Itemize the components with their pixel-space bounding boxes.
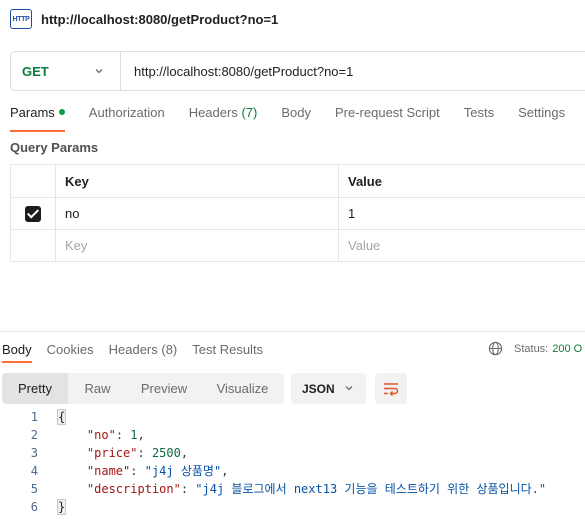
response-divider[interactable]: [0, 331, 585, 332]
method-label: GET: [22, 63, 49, 79]
query-params-title: Query Params: [10, 140, 99, 155]
chevron-down-icon: [345, 386, 353, 391]
format-select[interactable]: JSON: [291, 373, 366, 404]
checkbox-header-cell: [10, 164, 56, 198]
code-line: 2 "no": 1,: [0, 426, 585, 444]
status-label: Status:: [514, 342, 549, 355]
chevron-down-icon: [95, 69, 103, 74]
response-tab-headers[interactable]: Headers (8): [109, 342, 178, 357]
line-number: 2: [30, 428, 38, 442]
tab-params-label: Params: [10, 105, 55, 120]
line-number: 1: [30, 410, 38, 424]
response-tab-body[interactable]: Body: [2, 342, 32, 363]
url-input[interactable]: http://localhost:8080/getProduct?no=1: [121, 64, 353, 79]
tab-body[interactable]: Body: [281, 105, 311, 127]
value-column-header: Value: [338, 164, 585, 198]
json-key: "price": [86, 446, 138, 460]
response-status: Status: 200 O: [488, 341, 582, 356]
json-string: "j4j 상품명": [144, 464, 222, 478]
table-row: no 1: [10, 197, 585, 230]
table-header-row: Key Value: [10, 164, 585, 198]
response-tab-cookies[interactable]: Cookies: [47, 342, 94, 357]
line-number: 5: [30, 482, 38, 496]
json-number: 1: [130, 428, 138, 442]
line-number: 4: [30, 464, 38, 478]
view-visualize[interactable]: Visualize: [201, 373, 284, 404]
view-mode-selector: Pretty Raw Preview Visualize: [2, 373, 284, 404]
open-brace: {: [56, 409, 67, 425]
param-value-field[interactable]: 1: [338, 197, 585, 230]
query-params-table: Key Value no 1 Key Value: [10, 164, 585, 262]
code-line: 3 "price": 2500,: [0, 444, 585, 462]
request-url-bar: GET http://localhost:8080/getProduct?no=…: [10, 51, 585, 91]
close-brace: }: [56, 499, 67, 515]
tab-authorization[interactable]: Authorization: [89, 105, 165, 127]
headers-count: (7): [241, 105, 258, 120]
wrap-lines-icon: [384, 382, 399, 396]
json-number: 2500: [151, 446, 181, 460]
response-tabs: Body Cookies Headers (8) Test Results: [2, 342, 278, 363]
tab-params[interactable]: Params: [10, 105, 65, 132]
tab-headers[interactable]: Headers (7): [189, 105, 258, 127]
new-value-field[interactable]: Value: [338, 229, 585, 262]
view-preview[interactable]: Preview: [127, 373, 201, 404]
view-pretty[interactable]: Pretty: [2, 373, 68, 404]
param-enabled-checkbox[interactable]: [25, 205, 41, 222]
format-label: JSON: [302, 381, 335, 396]
code-line: 1{: [0, 408, 585, 426]
tab-settings[interactable]: Settings: [518, 105, 565, 127]
line-number: 6: [30, 500, 38, 514]
response-tab-test-results[interactable]: Test Results: [192, 342, 263, 357]
line-number: 3: [30, 446, 38, 460]
method-select[interactable]: GET: [11, 52, 121, 90]
globe-icon[interactable]: [488, 341, 503, 356]
empty-checkbox-cell: [10, 229, 56, 262]
checkbox-cell: [10, 197, 56, 230]
code-line: 5 "description": "j4j 블로그에서 next13 기능을 테…: [0, 480, 585, 498]
json-string: "j4j 블로그에서 next13 기능을 테스트하기 위한 상품입니다.": [195, 482, 547, 496]
title-bar: HTTP http://localhost:8080/getProduct?no…: [0, 0, 585, 38]
json-key: "name": [86, 464, 131, 478]
request-tabs: Params Authorization Headers (7) Body Pr…: [10, 105, 585, 132]
table-row-empty: Key Value: [10, 229, 585, 262]
tab-headers-label: Headers: [188, 105, 238, 120]
params-active-dot: [58, 108, 65, 115]
json-key: "no": [86, 428, 116, 442]
param-key-field[interactable]: no: [55, 197, 339, 230]
json-key: "description": [86, 482, 181, 496]
key-column-header: Key: [55, 164, 339, 198]
tab-tests[interactable]: Tests: [464, 105, 494, 127]
request-title[interactable]: http://localhost:8080/getProduct?no=1: [41, 12, 278, 27]
http-request-icon: HTTP: [10, 9, 32, 29]
status-code: 200 O: [552, 342, 583, 355]
wrap-lines-button[interactable]: [375, 373, 407, 404]
code-line: 6}: [0, 498, 585, 516]
code-line: 4 "name": "j4j 상품명",: [0, 462, 585, 480]
new-key-field[interactable]: Key: [55, 229, 339, 262]
view-raw[interactable]: Raw: [68, 373, 127, 404]
response-body-editor[interactable]: 1{ 2 "no": 1, 3 "price": 2500, 4 "name":…: [0, 408, 585, 516]
tab-pre-request-script[interactable]: Pre-request Script: [335, 105, 440, 127]
